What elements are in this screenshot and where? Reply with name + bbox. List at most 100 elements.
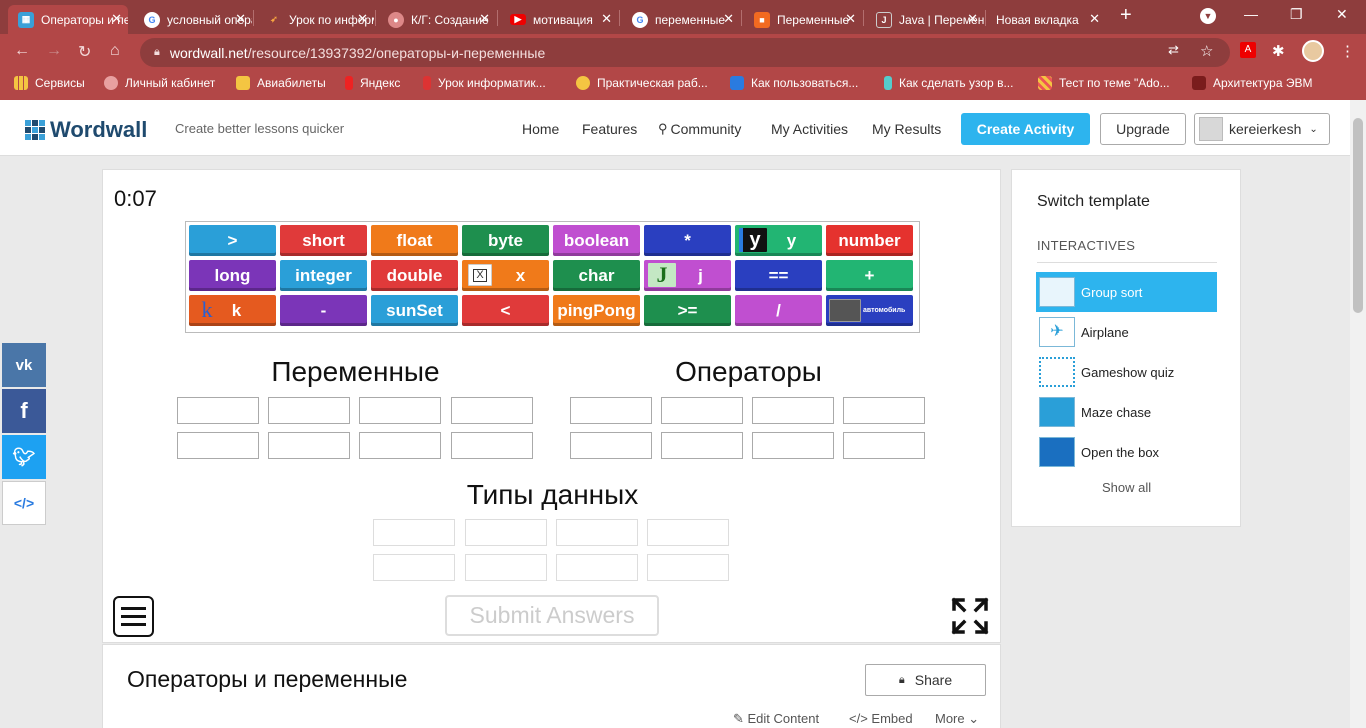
drop-slot[interactable] bbox=[647, 554, 729, 581]
drop-slot[interactable] bbox=[451, 432, 533, 459]
tile[interactable]: автомобиль bbox=[826, 295, 913, 326]
extensions-icon[interactable]: ✱ bbox=[1272, 42, 1285, 60]
close-tab-icon[interactable]: ✕ bbox=[479, 11, 490, 27]
share-button[interactable]: 🔒︎ Share bbox=[865, 664, 986, 696]
drop-slot[interactable] bbox=[661, 397, 743, 424]
tile[interactable]: pingPong bbox=[553, 295, 640, 326]
submit-answers-button[interactable]: Submit Answers bbox=[445, 595, 659, 636]
drop-slot[interactable] bbox=[451, 397, 533, 424]
template-group-sort[interactable]: Group sort bbox=[1036, 272, 1217, 312]
new-tab-button[interactable]: + bbox=[1120, 4, 1132, 27]
back-icon[interactable]: ← bbox=[14, 42, 30, 60]
bookmark-item[interactable]: Тест по теме "Ado... bbox=[1038, 76, 1170, 90]
tile[interactable]: + bbox=[826, 260, 913, 291]
browser-tab[interactable]: ● К/Г: Создание ✕ bbox=[378, 5, 496, 34]
drop-slot[interactable] bbox=[359, 397, 441, 424]
pdf-extension-icon[interactable]: A bbox=[1240, 42, 1256, 58]
drop-slot[interactable] bbox=[268, 432, 350, 459]
tile[interactable]: sunSet bbox=[371, 295, 458, 326]
home-icon[interactable]: ⌂ bbox=[110, 42, 120, 60]
browser-tab[interactable]: ➶ Урок по информатике ✕ bbox=[256, 5, 374, 34]
nav-my-activities[interactable]: My Activities bbox=[771, 121, 848, 137]
bookmark-item[interactable]: Как пользоваться... bbox=[730, 76, 858, 90]
template-maze-chase[interactable]: Maze chase bbox=[1036, 392, 1217, 432]
browser-tab[interactable]: ▶ мотивация ✕ bbox=[500, 5, 618, 34]
nav-community[interactable]: ⚲ Community bbox=[658, 121, 741, 137]
bookmark-item[interactable]: Урок информатик... bbox=[423, 76, 546, 90]
template-airplane[interactable]: ✈ Airplane bbox=[1036, 312, 1217, 352]
template-gameshow-quiz[interactable]: Gameshow quiz bbox=[1036, 352, 1217, 392]
bookmark-item[interactable]: Яндекс bbox=[345, 76, 400, 90]
forward-icon[interactable]: → bbox=[46, 42, 62, 60]
drop-slot[interactable] bbox=[177, 397, 259, 424]
embed-code-button[interactable]: </> bbox=[2, 481, 46, 525]
browser-tab[interactable]: J Java | Переменные ✕ bbox=[866, 5, 984, 34]
close-tab-icon[interactable]: ✕ bbox=[845, 11, 856, 27]
nav-features[interactable]: Features bbox=[582, 121, 637, 137]
bookmark-item[interactable]: Как сделать узор в... bbox=[884, 76, 1013, 90]
tile[interactable]: yy bbox=[735, 225, 822, 256]
browser-tab[interactable]: G условный оператор ✕ bbox=[134, 5, 252, 34]
tile[interactable]: kk bbox=[189, 295, 276, 326]
tile[interactable]: == bbox=[735, 260, 822, 291]
tile[interactable]: < bbox=[462, 295, 549, 326]
scroll-thumb[interactable] bbox=[1353, 118, 1363, 313]
profile-avatar[interactable] bbox=[1302, 40, 1324, 62]
drop-slot[interactable] bbox=[752, 397, 834, 424]
drop-slot[interactable] bbox=[661, 432, 743, 459]
omnibox[interactable]: 🔒︎ wordwall.net/resource/13937392/операт… bbox=[140, 38, 1230, 67]
more-link[interactable]: More ⌄ bbox=[935, 711, 979, 727]
vk-share-button[interactable]: vk bbox=[2, 343, 46, 387]
bookmark-star-icon[interactable]: ☆ bbox=[1200, 42, 1213, 60]
edit-content-link[interactable]: ✎ Edit Content bbox=[733, 711, 819, 727]
fullscreen-icon[interactable] bbox=[951, 597, 989, 635]
scrollbar[interactable] bbox=[1350, 100, 1366, 728]
tile[interactable]: double bbox=[371, 260, 458, 291]
tile[interactable]: long bbox=[189, 260, 276, 291]
drop-slot[interactable] bbox=[556, 554, 638, 581]
close-tab-icon[interactable]: ✕ bbox=[967, 11, 978, 27]
tile[interactable]: - bbox=[280, 295, 367, 326]
create-activity-button[interactable]: Create Activity bbox=[961, 113, 1090, 145]
drop-slot[interactable] bbox=[570, 432, 652, 459]
tile[interactable]: boolean bbox=[553, 225, 640, 256]
drop-slot[interactable] bbox=[373, 519, 455, 546]
facebook-share-button[interactable]: f bbox=[2, 389, 46, 433]
embed-link[interactable]: </> Embed bbox=[849, 711, 913, 726]
close-tab-icon[interactable]: ✕ bbox=[601, 11, 612, 27]
twitter-share-button[interactable]: 🐦︎ bbox=[2, 435, 46, 479]
tile[interactable]: Xx bbox=[462, 260, 549, 291]
drop-slot[interactable] bbox=[465, 519, 547, 546]
tab-search-icon[interactable]: ▼ bbox=[1200, 8, 1216, 24]
menu-button[interactable] bbox=[113, 596, 154, 637]
restore-icon[interactable]: ❐ bbox=[1290, 6, 1303, 23]
wordwall-logo[interactable]: Wordwall bbox=[25, 117, 147, 143]
close-tab-icon[interactable]: ✕ bbox=[1089, 11, 1100, 27]
drop-slot[interactable] bbox=[647, 519, 729, 546]
bookmark-item[interactable]: Авиабилеты bbox=[236, 76, 326, 90]
show-all-link[interactable]: Show all bbox=[1102, 480, 1151, 495]
nav-home[interactable]: Home bbox=[522, 121, 559, 137]
drop-slot[interactable] bbox=[556, 519, 638, 546]
tile[interactable]: number bbox=[826, 225, 913, 256]
drop-slot[interactable] bbox=[177, 432, 259, 459]
bookmark-item[interactable]: Практическая раб... bbox=[576, 76, 708, 90]
tile[interactable]: integer bbox=[280, 260, 367, 291]
tile[interactable]: / bbox=[735, 295, 822, 326]
bookmark-item[interactable]: Личный кабинет bbox=[104, 76, 215, 90]
close-tab-icon[interactable]: ✕ bbox=[235, 11, 246, 27]
translate-icon[interactable]: ⇄ bbox=[1168, 42, 1179, 58]
browser-tab[interactable]: G переменные ✕ bbox=[622, 5, 740, 34]
bookmark-item[interactable]: Архитектура ЭВМ bbox=[1192, 76, 1312, 90]
template-open-the-box[interactable]: Open the box bbox=[1036, 432, 1217, 472]
browser-tab[interactable]: Новая вкладка ✕ bbox=[988, 5, 1106, 34]
tile[interactable]: float bbox=[371, 225, 458, 256]
tile[interactable]: >= bbox=[644, 295, 731, 326]
nav-my-results[interactable]: My Results bbox=[872, 121, 941, 137]
close-tab-icon[interactable]: ✕ bbox=[111, 11, 122, 27]
drop-slot[interactable] bbox=[359, 432, 441, 459]
browser-tab[interactable]: ■ Переменные ✕ bbox=[744, 5, 862, 34]
tile[interactable]: byte bbox=[462, 225, 549, 256]
close-window-icon[interactable]: ✕ bbox=[1336, 6, 1348, 23]
drop-slot[interactable] bbox=[268, 397, 350, 424]
